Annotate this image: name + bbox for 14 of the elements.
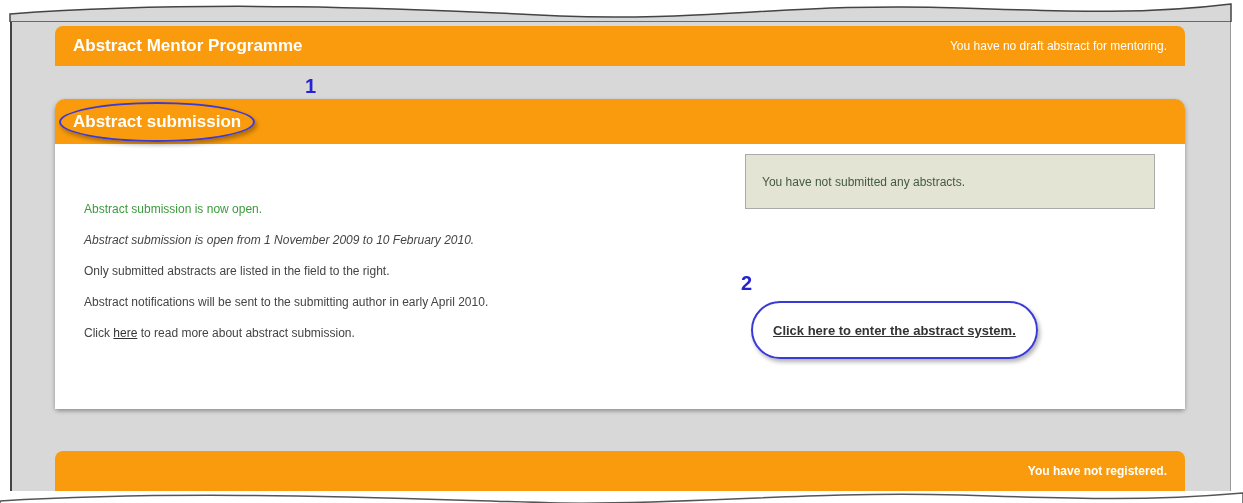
paragraph: Only submitted abstracts are listed in the field to the right. [84, 264, 390, 278]
enter-system-link[interactable]: Click here to enter the abstract system. [773, 323, 1016, 338]
registration-note: You have not registered. [1027, 464, 1167, 478]
header-note: You have no draft abstract for mentoring. [949, 39, 1167, 53]
read-more-link[interactable]: here [113, 326, 138, 340]
submitted-abstracts-box: You have not submitted any abstracts. [745, 154, 1155, 209]
annotation-number: 2 [741, 272, 753, 295]
header-title: Abstract Mentor Programme [73, 36, 303, 56]
annotation-number: 1 [305, 75, 317, 98]
paragraph: Click here to read more about abstract submission. [84, 326, 355, 340]
section-title: Abstract submission [73, 111, 242, 131]
paragraph: Abstract submission is open from 1 November 2009 to 10 February 2010. [84, 233, 475, 247]
status-text: Abstract submission is now open. [84, 202, 263, 216]
paragraph: Abstract notifications will be sent to the submitting author in early April 2010. [84, 295, 489, 309]
